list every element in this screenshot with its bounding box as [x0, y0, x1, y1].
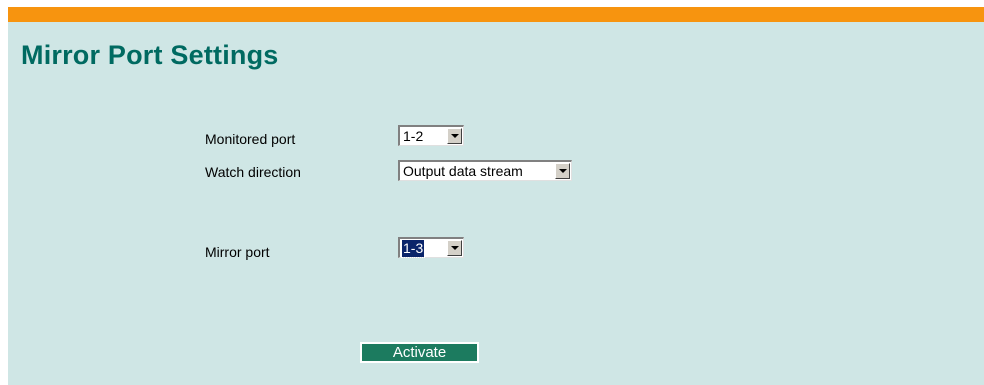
activate-button[interactable]: Activate	[360, 342, 479, 363]
watch-direction-select[interactable]: Output data stream	[398, 160, 572, 181]
chevron-down-icon[interactable]	[555, 163, 570, 179]
mirror-port-select[interactable]: 1-3	[398, 237, 464, 258]
monitored-port-label: Monitored port	[205, 131, 296, 147]
chevron-down-icon[interactable]	[447, 128, 462, 144]
monitored-port-value: 1-2	[403, 128, 424, 144]
watch-direction-value: Output data stream	[403, 163, 523, 179]
mirror-port-label: Mirror port	[205, 244, 270, 260]
mirror-port-value: 1-3	[400, 239, 426, 258]
settings-panel: Mirror Port Settings Monitored port 1-2 …	[8, 7, 984, 385]
watch-direction-label: Watch direction	[205, 164, 301, 180]
monitored-port-select[interactable]: 1-2	[398, 125, 464, 146]
page-title: Mirror Port Settings	[21, 40, 279, 70]
top-accent-bar	[8, 7, 984, 22]
chevron-down-icon[interactable]	[447, 240, 462, 256]
